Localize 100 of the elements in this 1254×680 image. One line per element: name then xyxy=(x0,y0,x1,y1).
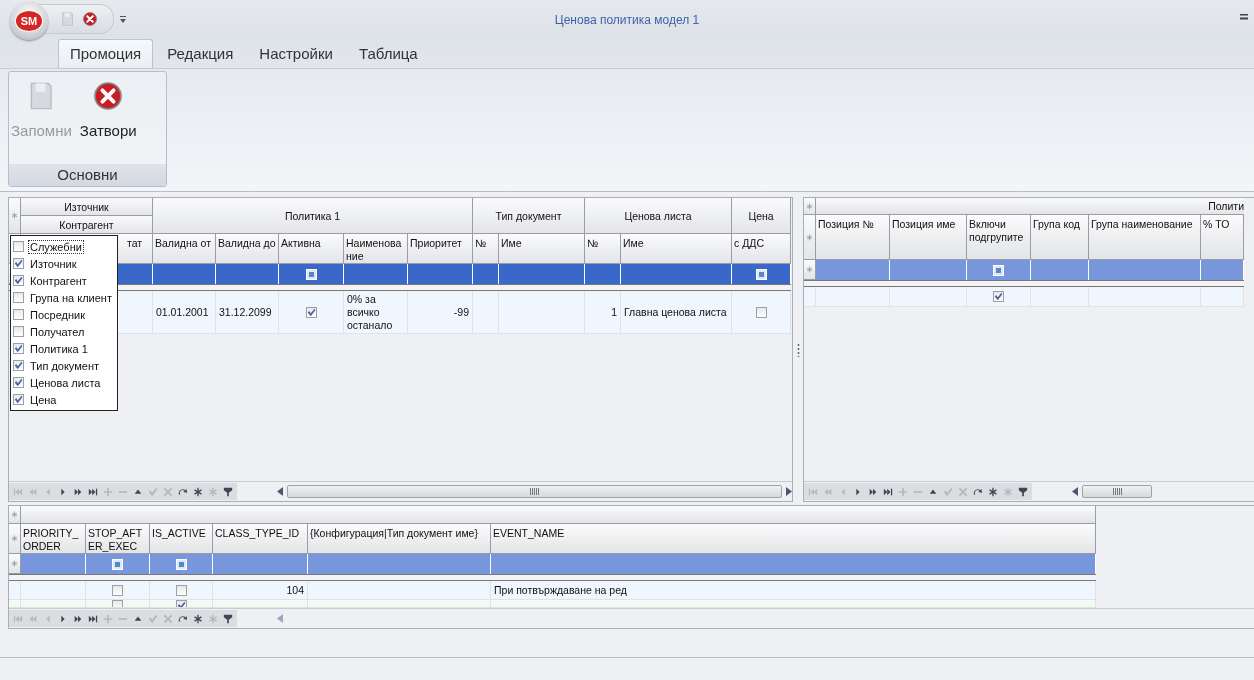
filter-cell[interactable] xyxy=(585,264,621,284)
close-button[interactable]: Затвори xyxy=(77,82,139,139)
chooser-item[interactable]: Получател xyxy=(12,323,116,340)
double-right-icon[interactable] xyxy=(73,486,83,497)
column-header[interactable]: PRIORITY_ORDER xyxy=(21,524,86,554)
filter-cell[interactable] xyxy=(816,260,890,280)
column-header[interactable]: Активна xyxy=(279,234,344,264)
ribbon-tab[interactable]: Редакция xyxy=(155,39,246,68)
scrollbar-thumb[interactable] xyxy=(1082,485,1152,498)
filter-cell[interactable] xyxy=(890,260,967,280)
checkbox[interactable] xyxy=(13,241,24,252)
redo-icon[interactable] xyxy=(178,613,188,624)
filter-cell[interactable] xyxy=(967,260,1031,280)
filter-cell[interactable] xyxy=(1201,260,1244,280)
column-header[interactable]: Позиция име xyxy=(890,215,967,260)
column-header[interactable]: № xyxy=(473,234,499,264)
minimize-icon[interactable] xyxy=(1240,14,1248,20)
ribbon-tab[interactable]: Таблица xyxy=(346,39,430,68)
filter-cell[interactable] xyxy=(1089,260,1201,280)
column-header[interactable]: Позиция № xyxy=(816,215,890,260)
filter-checkbox[interactable] xyxy=(305,268,317,280)
skip-end-icon[interactable] xyxy=(88,486,98,497)
filter-cell[interactable] xyxy=(499,264,585,284)
chooser-item[interactable]: Група на клиент xyxy=(12,289,116,306)
checkbox[interactable] xyxy=(13,326,24,337)
checkbox[interactable] xyxy=(13,343,24,354)
filter-cell[interactable] xyxy=(216,264,279,284)
checkbox[interactable] xyxy=(13,360,24,371)
checkbox[interactable] xyxy=(175,584,187,596)
chooser-item[interactable]: Тип документ xyxy=(12,357,116,374)
filter-cell[interactable] xyxy=(732,264,791,284)
filter-checkbox[interactable] xyxy=(755,268,767,280)
filter-cell[interactable] xyxy=(408,264,473,284)
filter-cell[interactable] xyxy=(491,554,1096,574)
column-header[interactable]: % ТО xyxy=(1201,215,1244,260)
filter-icon[interactable] xyxy=(223,613,233,624)
filter-cell[interactable] xyxy=(621,264,732,284)
filter-checkbox[interactable] xyxy=(112,558,123,570)
chooser-item[interactable]: Ценова листа xyxy=(12,374,116,391)
filter-cell[interactable] xyxy=(344,264,408,284)
column-header[interactable]: Приоритет xyxy=(408,234,473,264)
column-header[interactable]: Група код xyxy=(1031,215,1089,260)
filter-cell[interactable] xyxy=(150,554,213,574)
quick-access-button[interactable] xyxy=(83,12,98,26)
app-logo[interactable]: SM xyxy=(10,2,48,40)
filter-cell[interactable] xyxy=(153,264,216,284)
double-right-icon[interactable] xyxy=(868,486,878,497)
filter-cell[interactable] xyxy=(308,554,491,574)
ribbon-tab[interactable]: Настройки xyxy=(247,39,345,68)
column-header[interactable]: Включи подгрупите xyxy=(967,215,1031,260)
checkbox[interactable] xyxy=(13,292,24,303)
checkbox[interactable] xyxy=(305,306,317,318)
checkbox[interactable] xyxy=(13,394,24,405)
double-right-icon[interactable] xyxy=(73,613,83,624)
column-header[interactable]: Име xyxy=(499,234,585,264)
column-header[interactable]: Наименование xyxy=(344,234,408,264)
chooser-item[interactable]: Цена xyxy=(12,391,116,408)
asterisk-icon[interactable] xyxy=(193,486,203,497)
splitter-grip-icon[interactable] xyxy=(796,342,800,357)
column-header[interactable]: {Конфигурация|Тип документ име} xyxy=(308,524,491,554)
right-arrow-icon[interactable] xyxy=(786,487,792,496)
filter-checkbox[interactable] xyxy=(175,558,187,570)
filter-cell[interactable] xyxy=(86,554,150,574)
filter-icon[interactable] xyxy=(223,486,233,497)
filter-cell[interactable] xyxy=(473,264,499,284)
filter-cell[interactable] xyxy=(1031,260,1089,280)
column-header[interactable]: STOP_AFTER_EXEC xyxy=(86,524,150,554)
redo-icon[interactable] xyxy=(973,486,983,497)
checkbox[interactable] xyxy=(13,309,24,320)
checkbox[interactable] xyxy=(13,275,24,286)
column-header[interactable]: IS_ACTIVE xyxy=(150,524,213,554)
filter-cell[interactable] xyxy=(279,264,344,284)
filter-checkbox[interactable] xyxy=(993,264,1004,276)
ribbon-tab[interactable]: Промоция xyxy=(58,39,154,68)
checkbox[interactable] xyxy=(112,584,123,596)
chooser-item[interactable]: Посредник xyxy=(12,306,116,323)
column-header[interactable]: Валидна до xyxy=(216,234,279,264)
chooser-item[interactable]: Служебни xyxy=(12,238,116,255)
filter-cell[interactable] xyxy=(213,554,308,574)
skip-end-icon[interactable] xyxy=(88,613,98,624)
checkbox[interactable] xyxy=(993,291,1004,302)
checkbox[interactable] xyxy=(13,377,24,388)
left-arrow-icon[interactable] xyxy=(1072,487,1078,496)
column-header[interactable]: с ДДС xyxy=(732,234,791,264)
skip-end-icon[interactable] xyxy=(883,486,893,497)
column-header[interactable]: Група наименование xyxy=(1089,215,1201,260)
dropdown-icon[interactable] xyxy=(120,15,127,23)
redo-icon[interactable] xyxy=(178,486,188,497)
column-header[interactable]: CLASS_TYPE_ID xyxy=(213,524,308,554)
chooser-item[interactable]: Политика 1 xyxy=(12,340,116,357)
asterisk-icon[interactable] xyxy=(193,613,203,624)
filter-icon[interactable] xyxy=(1018,486,1028,497)
column-header[interactable]: № xyxy=(585,234,621,264)
column-header[interactable]: Валидна от xyxy=(153,234,216,264)
scrollbar-thumb[interactable] xyxy=(287,485,782,498)
left-arrow-icon[interactable] xyxy=(277,487,283,496)
filter-cell[interactable] xyxy=(21,554,86,574)
column-header[interactable]: Име xyxy=(621,234,732,264)
asterisk-icon[interactable] xyxy=(988,486,998,497)
chooser-item[interactable]: Контрагент xyxy=(12,272,116,289)
